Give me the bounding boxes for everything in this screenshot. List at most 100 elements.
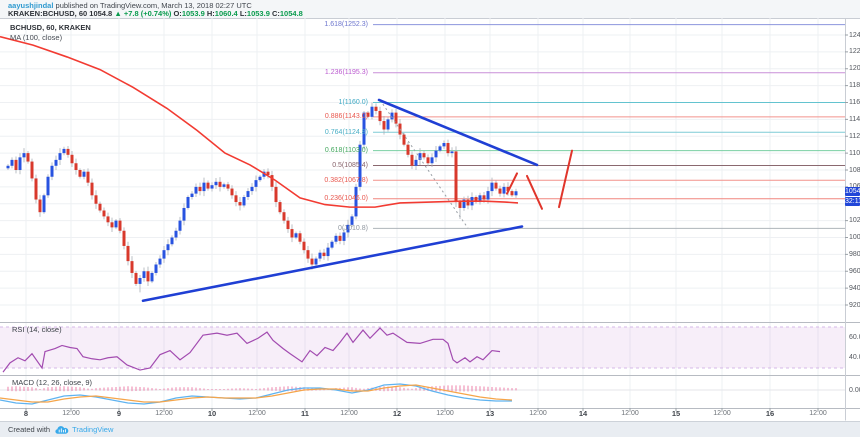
candle-down: [99, 204, 102, 211]
ma-legend[interactable]: MA (100, close): [10, 33, 91, 43]
candle-up: [183, 208, 186, 221]
candle-up: [491, 183, 494, 191]
candle-wicks: [8, 103, 516, 293]
candle-up: [171, 238, 174, 245]
candle-up: [23, 153, 26, 157]
candle-down: [495, 183, 498, 189]
candle-down: [15, 160, 18, 170]
candle-down: [303, 242, 306, 250]
candle-down: [383, 121, 386, 129]
candle-up: [451, 151, 454, 153]
axis-price-label: 1180.0: [849, 82, 860, 89]
candle-up: [439, 146, 442, 150]
axis-price-label: 980.0: [849, 251, 860, 258]
candle-up: [195, 187, 198, 194]
candle-down: [87, 172, 90, 183]
rsi-pane: [0, 327, 845, 372]
macd-signal-line: [0, 385, 512, 402]
chart-legend-title[interactable]: BCHUSD, 60, KRAKEN: [10, 23, 91, 33]
axis-time-label: 11: [301, 410, 309, 418]
macd-pane-label[interactable]: MACD (12, 26, close, 9): [12, 378, 92, 387]
axis-time-label: 15: [672, 410, 680, 418]
candle-down: [483, 195, 486, 199]
candle-up: [247, 191, 250, 197]
candle-down: [35, 178, 38, 199]
candle-up: [11, 160, 14, 166]
candle-down: [31, 162, 34, 179]
candle-down: [239, 202, 242, 205]
candle-up: [331, 242, 334, 248]
bar-countdown-badge: 32:11: [845, 197, 860, 206]
candle-down: [411, 155, 414, 166]
candle-down: [75, 163, 78, 170]
candle-up: [187, 197, 190, 208]
candle-up: [47, 177, 50, 196]
fib-label: 1.236(1195.3): [288, 69, 368, 76]
candle-up: [139, 278, 142, 284]
footer: Created with TradingView: [0, 421, 860, 437]
axis-price-label: 920.0: [849, 302, 860, 309]
axis-price-label: 1120.0: [849, 133, 860, 140]
candle-up: [43, 195, 46, 212]
candle-down: [67, 149, 70, 155]
candle-up: [487, 191, 490, 199]
candle-down: [27, 153, 30, 161]
candle-up: [443, 143, 446, 146]
candle-up: [319, 253, 322, 259]
axis-price-label: 1000.0: [849, 234, 860, 241]
candle-up: [155, 265, 158, 273]
candle-up: [415, 160, 418, 166]
candle-down: [467, 200, 470, 206]
axis-price-label: 1160.0: [849, 99, 860, 106]
candle-up: [343, 232, 346, 240]
chart-canvas[interactable]: [0, 0, 860, 437]
candle-down: [403, 135, 406, 145]
candle-up: [151, 273, 154, 281]
candle-down: [95, 195, 98, 203]
candle-down: [131, 261, 134, 273]
axis-time-label: 13: [486, 410, 494, 418]
rsi-pane-label[interactable]: RSI (14, close): [12, 325, 62, 334]
axis-price-label: 1020.0: [849, 217, 860, 224]
candle-down: [427, 157, 430, 163]
fib-label: 0.764(1124.8): [288, 129, 368, 136]
axis-price-label: 1080.0: [849, 167, 860, 174]
axis-price-label: 1240.0: [849, 32, 860, 39]
candle-down: [323, 253, 326, 256]
candle-down: [307, 250, 310, 258]
candle-down: [423, 153, 426, 157]
macd-pane: [0, 384, 845, 404]
candle-down: [407, 145, 410, 155]
candle-down: [199, 187, 202, 191]
candle-up: [159, 259, 162, 265]
axis-time-label: 10: [208, 410, 216, 418]
candle-down: [123, 231, 126, 246]
candle-up: [175, 231, 178, 238]
axis-time-label: 12:00: [155, 410, 173, 418]
axis-time-label: 8: [24, 410, 28, 418]
candle-down: [111, 222, 114, 227]
fib-label: 0.236(1046.0): [288, 195, 368, 202]
candle-up: [19, 157, 22, 170]
candle-down: [499, 189, 502, 194]
axis-price-label: 1140.0: [849, 116, 860, 123]
candle-down: [207, 183, 210, 189]
candle-down: [447, 143, 450, 153]
candle-down: [375, 107, 378, 111]
candle-up: [243, 197, 246, 205]
fib-label: 0.382(1067.8): [288, 177, 368, 184]
candle-up: [431, 157, 434, 163]
candle-up: [179, 221, 182, 231]
candle-up: [211, 185, 214, 188]
candle-down: [71, 155, 74, 163]
created-with-text: Created with: [8, 425, 50, 434]
axis-time-label: 9: [117, 410, 121, 418]
candle-up: [503, 187, 506, 194]
axis-time-label: 14: [579, 410, 587, 418]
axis-price-label: 1200.0: [849, 65, 860, 72]
tradingview-brand[interactable]: TradingView: [72, 425, 113, 434]
axis-time-label: 12: [393, 410, 401, 418]
candle-up: [163, 250, 166, 258]
candle-down: [283, 212, 286, 220]
candle-up: [335, 236, 338, 242]
